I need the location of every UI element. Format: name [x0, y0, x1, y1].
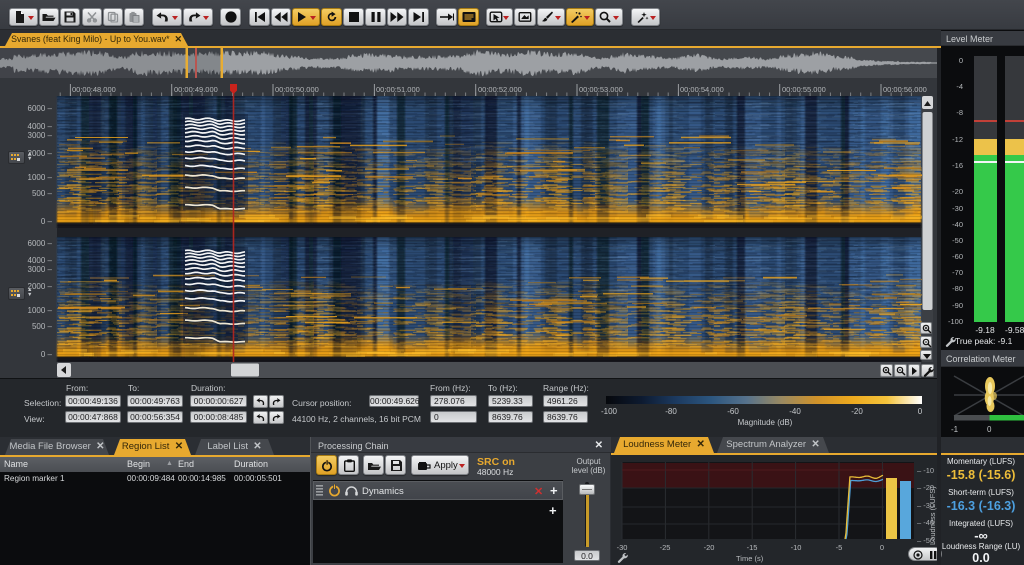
svg-text:0: 0 [987, 425, 992, 434]
svg-text:-1: -1 [951, 425, 959, 434]
